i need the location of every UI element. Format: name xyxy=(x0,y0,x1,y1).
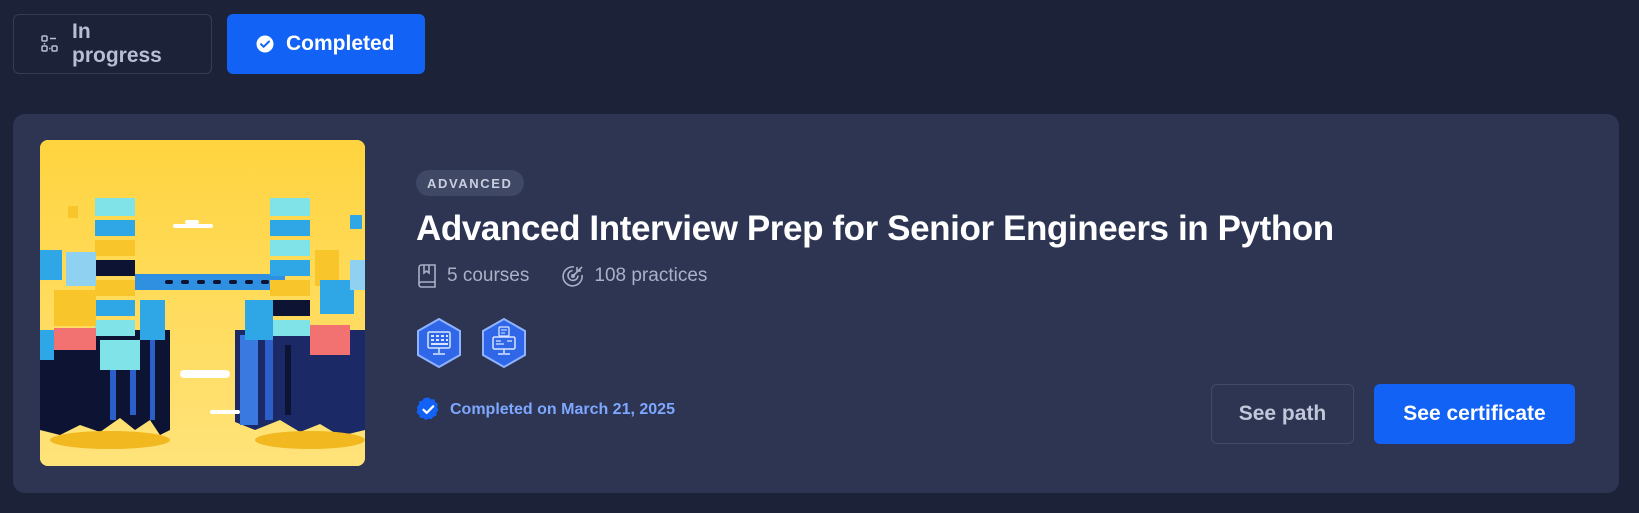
isometric-city-illustration xyxy=(40,140,365,466)
tab-completed-label: Completed xyxy=(286,32,395,55)
completion-status: Completed on March 21, 2025 xyxy=(416,397,675,422)
completion-date-text: Completed on March 21, 2025 xyxy=(450,400,675,418)
level-badge: ADVANCED xyxy=(416,170,524,196)
path-meta: 5 courses 108 practices xyxy=(416,264,707,288)
skill-badges xyxy=(416,318,527,368)
courses-count: 5 courses xyxy=(416,264,529,288)
learning-path-card: ADVANCED Advanced Interview Prep for Sen… xyxy=(13,114,1619,493)
monitor-document-icon[interactable] xyxy=(481,318,527,368)
path-title[interactable]: Advanced Interview Prep for Senior Engin… xyxy=(416,209,1334,249)
check-circle-icon xyxy=(256,35,274,53)
tab-in-progress-label: In progress xyxy=(72,20,162,67)
filter-tabs: In progress Completed xyxy=(13,14,425,74)
tab-in-progress[interactable]: In progress xyxy=(13,14,212,74)
see-path-button[interactable]: See path xyxy=(1211,384,1354,444)
check-badge-icon xyxy=(416,397,439,420)
monitor-keyboard-icon[interactable] xyxy=(416,318,462,368)
practices-count-text: 108 practices xyxy=(594,265,708,286)
courses-count-text: 5 courses xyxy=(447,265,530,286)
book-icon xyxy=(418,264,436,288)
practices-count: 108 practices xyxy=(561,264,707,288)
tab-completed[interactable]: Completed xyxy=(227,14,425,74)
see-certificate-button[interactable]: See certificate xyxy=(1374,384,1575,444)
path-thumbnail xyxy=(40,140,365,466)
progress-icon xyxy=(41,35,58,52)
target-icon xyxy=(562,266,584,287)
